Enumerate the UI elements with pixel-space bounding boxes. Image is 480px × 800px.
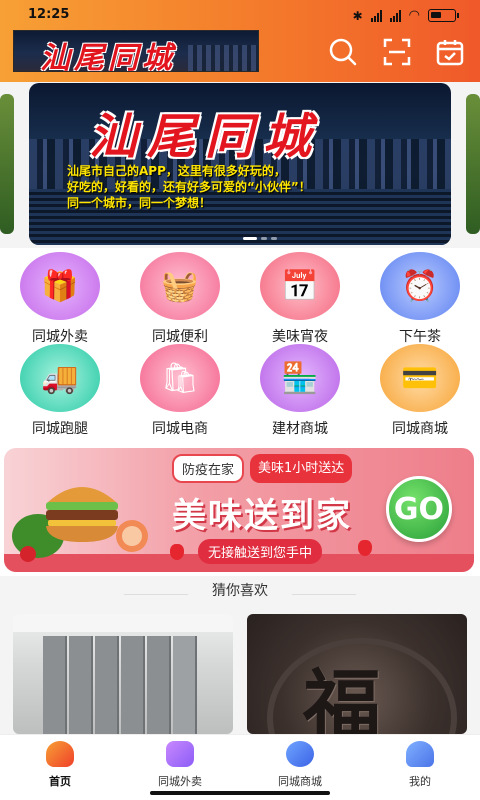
card-cabinet <box>173 636 197 734</box>
nav-label: 首页 <box>49 775 71 788</box>
category-label: 同城商城 <box>392 421 448 437</box>
banner-slogan: 汕尾市自己的APP，这里有很多好玩的， 好吃的，好看的，还有好多可爱的“小伙伴”… <box>67 163 447 211</box>
nav-label: 同城外卖 <box>158 775 202 788</box>
category-grid: 🎁 同城外卖 🧺 同城便利 📅 美味宵夜 ⏰ 下午茶 🚚 同城跑腿 🛍 同城电商… <box>0 248 480 438</box>
search-icon[interactable] <box>328 37 358 67</box>
promo-banner[interactable]: 防疫在家 美味1小时送达 美味送到家 无接触送到您手中 GO <box>4 448 474 572</box>
category-label: 同城外卖 <box>32 329 88 345</box>
nav-label: 同城商城 <box>278 775 322 788</box>
calendar-food-icon: 📅 <box>260 252 340 320</box>
card-cabinet <box>43 636 67 734</box>
scan-icon[interactable] <box>382 37 412 67</box>
home-icon <box>46 741 74 767</box>
promo-section: 防疫在家 美味1小时送达 美味送到家 无接触送到您手中 GO <box>0 436 480 576</box>
calendar-check-icon[interactable] <box>435 37 465 67</box>
promo-tags: 防疫在家 美味1小时送达 <box>172 454 353 483</box>
nav-mine[interactable]: 我的 <box>360 741 480 789</box>
signal-icon-2 <box>389 9 401 22</box>
category-item[interactable]: 📅 美味宵夜 <box>240 252 360 346</box>
battery-icon <box>428 9 459 22</box>
promo-tag-delivery-time: 美味1小时送达 <box>250 454 353 483</box>
status-time: 12:25 <box>28 7 70 22</box>
gift-box-icon: 🎁 <box>20 252 100 320</box>
category-item[interactable]: 🛍 同城电商 <box>120 344 240 438</box>
bag-icon <box>166 741 194 767</box>
banner-prev-peek[interactable] <box>0 94 14 234</box>
delivery-truck-icon: 🚚 <box>20 344 100 412</box>
bluetooth-icon: ✱ <box>352 8 363 23</box>
status-bar: 12:25 ✱ ◠ <box>0 0 480 30</box>
logo-text: 汕尾同城 <box>40 41 176 72</box>
category-label: 下午茶 <box>399 329 441 345</box>
category-item[interactable]: 💳 同城商城 <box>360 344 480 438</box>
app-logo[interactable]: 汕尾同城 <box>13 30 259 72</box>
category-item[interactable]: 🏪 建材商城 <box>240 344 360 438</box>
promo-headline: 美味送到家 <box>172 496 352 536</box>
alarm-clock-icon: ⏰ <box>380 252 460 320</box>
top-header: 12:25 ✱ ◠ 汕尾同城 <box>0 0 480 82</box>
banner-slogan-line2: 好吃的，好看的，还有好多可爱的“小伙伴”！ <box>67 180 311 194</box>
shopping-basket-icon: 🧺 <box>140 252 220 320</box>
banner-pager <box>243 237 277 240</box>
fu-character-image: 福 <box>303 661 382 734</box>
promo-subline: 无接触送到您手中 <box>198 539 323 564</box>
card-cabinet <box>95 636 119 734</box>
card-ceiling <box>13 614 233 632</box>
category-item[interactable]: 🚚 同城跑腿 <box>0 344 120 438</box>
nav-label: 我的 <box>409 775 431 788</box>
recommend-header: 猜你喜欢 <box>0 580 480 608</box>
hero-banner[interactable]: 汕尾同城 汕尾市自己的APP，这里有很多好玩的， 好吃的，好看的，还有好多可爱的… <box>29 83 451 245</box>
compass-icon <box>286 741 314 767</box>
recommend-title: 猜你喜欢 <box>212 583 268 599</box>
user-icon <box>406 741 434 767</box>
shop-store-icon: 🏪 <box>260 344 340 412</box>
nav-mall[interactable]: 同城商城 <box>240 741 360 789</box>
logo-skyline <box>188 45 258 71</box>
card-cabinet <box>69 636 93 734</box>
strawberry-icon <box>170 544 184 560</box>
wifi-icon: ◠ <box>408 8 420 23</box>
burger-icon <box>12 487 148 562</box>
home-indicator[interactable] <box>150 791 330 795</box>
category-label: 建材商城 <box>272 421 328 437</box>
shopping-bag-icon: 🛍 <box>140 344 220 412</box>
category-item[interactable]: 🎁 同城外卖 <box>0 252 120 346</box>
banner-slogan-line1: 汕尾市自己的APP，这里有很多好玩的， <box>67 164 286 178</box>
card-cabinet <box>147 636 171 734</box>
category-label: 同城跑腿 <box>32 421 88 437</box>
status-icons: ✱ ◠ <box>352 8 459 23</box>
nav-home[interactable]: 首页 <box>0 741 120 789</box>
category-label: 同城电商 <box>152 421 208 437</box>
product-card[interactable]: 福 <box>247 614 467 734</box>
card-cabinet <box>121 636 145 734</box>
banner-slogan-line3: 同一个城市，同一个梦想！ <box>67 196 212 210</box>
category-label: 美味宵夜 <box>272 329 328 345</box>
wallet-cards-icon: 💳 <box>380 344 460 412</box>
category-item[interactable]: ⏰ 下午茶 <box>360 252 480 346</box>
signal-icon <box>370 9 382 22</box>
nav-takeout[interactable]: 同城外卖 <box>120 741 240 789</box>
category-item[interactable]: 🧺 同城便利 <box>120 252 240 346</box>
promo-tag-stay-home: 防疫在家 <box>172 454 245 483</box>
banner-next-peek[interactable] <box>466 94 480 234</box>
strawberry-icon <box>358 540 372 556</box>
category-label: 同城便利 <box>152 329 208 345</box>
banner-title: 汕尾同城 <box>89 109 322 165</box>
promo-go-button[interactable]: GO <box>386 476 452 542</box>
product-card[interactable] <box>13 614 233 734</box>
